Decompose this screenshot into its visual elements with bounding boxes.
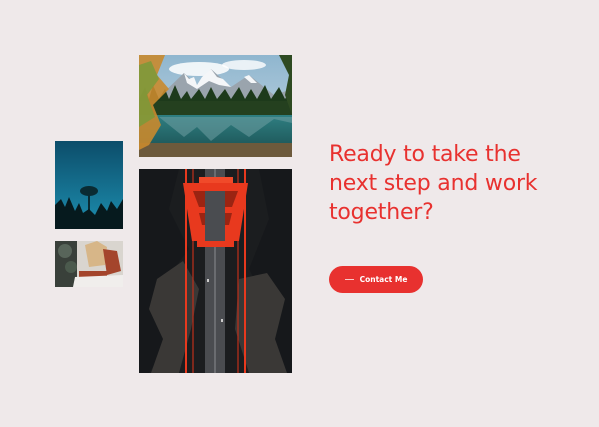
- cta-heading: Ready to take the next step and work tog…: [329, 142, 538, 225]
- photo-red-bridge: [139, 169, 292, 373]
- photo-person-reading: [55, 241, 123, 287]
- contact-me-button[interactable]: Contact Me: [329, 266, 423, 293]
- photo-mountain-lake: [139, 55, 292, 157]
- dash-icon: [344, 279, 354, 280]
- photo-tree-sky: [55, 141, 123, 229]
- contact-me-label: Contact Me: [359, 275, 408, 284]
